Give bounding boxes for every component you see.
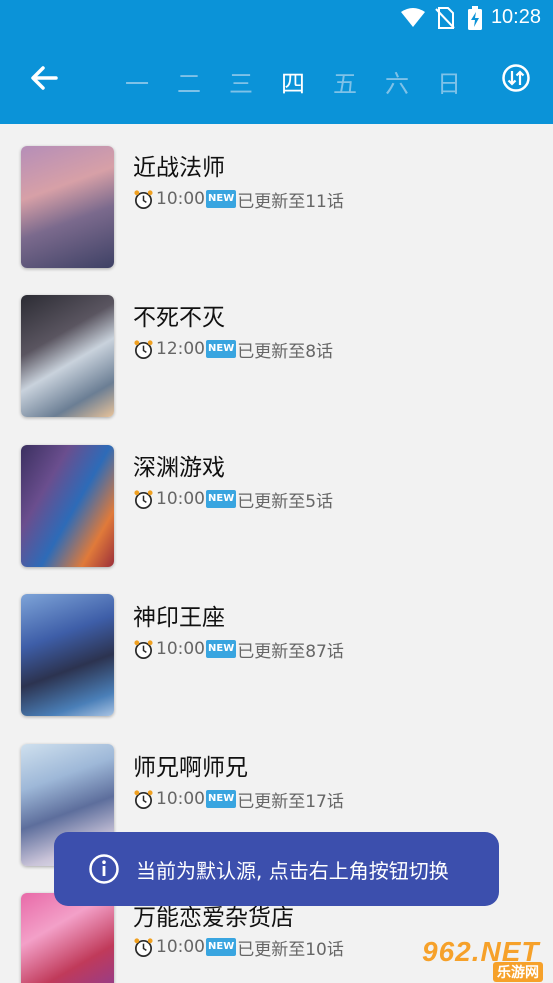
item-meta: 10:00 NEW 已更新至10话 xyxy=(133,935,344,960)
air-time: 10:00 xyxy=(156,789,205,809)
battery-charging-icon xyxy=(468,6,482,30)
air-time: 10:00 xyxy=(156,489,205,509)
item-title: 不死不灭 xyxy=(133,305,225,331)
update-status: 已更新至5话 xyxy=(237,491,334,512)
cover-thumbnail xyxy=(21,146,114,268)
info-icon xyxy=(89,854,119,884)
alarm-clock-icon xyxy=(134,339,153,359)
list-item[interactable]: 深渊游戏 10:00 NEW 已更新至5话 xyxy=(0,424,553,574)
update-status: 已更新至10话 xyxy=(237,939,344,960)
air-time: 10:00 xyxy=(156,639,205,659)
air-time: 10:00 xyxy=(156,937,205,957)
cover-thumbnail xyxy=(21,295,114,417)
tab-day-fri[interactable]: 五 xyxy=(325,64,365,99)
tab-day-thu[interactable]: 四 xyxy=(273,64,313,99)
tab-day-mon[interactable]: 一 xyxy=(117,64,157,99)
tab-day-tue[interactable]: 二 xyxy=(169,64,209,99)
item-meta: 12:00 NEW 已更新至8话 xyxy=(133,337,334,362)
item-meta: 10:00 NEW 已更新至17话 xyxy=(133,787,344,812)
no-sim-icon xyxy=(435,7,455,29)
toast-message: 当前为默认源, 点击右上角按钮切换 xyxy=(54,832,499,906)
status-time: 10:28 xyxy=(490,6,541,28)
toolbar: 一 二 三 四 五 六 日 xyxy=(0,48,553,112)
air-time: 12:00 xyxy=(156,339,205,359)
toast-text: 当前为默认源, 点击右上角按钮切换 xyxy=(136,858,449,883)
list-item[interactable]: 不死不灭 12:00 NEW 已更新至8话 xyxy=(0,274,553,424)
new-badge: NEW xyxy=(206,490,237,508)
alarm-clock-icon xyxy=(134,937,153,957)
item-meta: 10:00 NEW 已更新至11话 xyxy=(133,187,344,212)
status-bar: 10:28 xyxy=(0,0,553,38)
update-status: 已更新至8话 xyxy=(237,341,334,362)
app-header: 10:28 一 二 三 四 五 六 日 xyxy=(0,0,553,124)
item-title: 深渊游戏 xyxy=(133,455,225,481)
list-item[interactable]: 近战法师 10:00 NEW 已更新至11话 xyxy=(0,124,553,274)
cover-thumbnail xyxy=(21,445,114,567)
alarm-clock-icon xyxy=(134,189,153,209)
alarm-clock-icon xyxy=(134,789,153,809)
item-title: 师兄啊师兄 xyxy=(133,755,248,781)
tab-day-sun[interactable]: 日 xyxy=(429,64,469,99)
update-status: 已更新至11话 xyxy=(237,191,344,212)
item-title: 神印王座 xyxy=(133,605,225,631)
switch-source-icon[interactable] xyxy=(501,63,531,93)
new-badge: NEW xyxy=(206,640,237,658)
tab-day-wed[interactable]: 三 xyxy=(221,64,261,99)
wifi-icon xyxy=(401,8,425,27)
new-badge: NEW xyxy=(206,340,237,358)
new-badge: NEW xyxy=(206,790,237,808)
watermark-sub: 乐游网 xyxy=(493,962,543,982)
item-meta: 10:00 NEW 已更新至5话 xyxy=(133,487,334,512)
back-arrow-icon[interactable] xyxy=(26,60,62,96)
new-badge: NEW xyxy=(206,190,237,208)
update-status: 已更新至17话 xyxy=(237,791,344,812)
item-meta: 10:00 NEW 已更新至87话 xyxy=(133,637,344,662)
alarm-clock-icon xyxy=(134,639,153,659)
cover-thumbnail xyxy=(21,893,114,983)
list-item[interactable]: 神印王座 10:00 NEW 已更新至87话 xyxy=(0,574,553,724)
alarm-clock-icon xyxy=(134,489,153,509)
update-status: 已更新至87话 xyxy=(237,641,344,662)
air-time: 10:00 xyxy=(156,189,205,209)
item-title: 近战法师 xyxy=(133,155,225,181)
cover-thumbnail xyxy=(21,594,114,716)
new-badge: NEW xyxy=(206,938,237,956)
watermark-logo: 962.NET 乐游网 xyxy=(414,936,553,983)
tab-day-sat[interactable]: 六 xyxy=(377,64,417,99)
